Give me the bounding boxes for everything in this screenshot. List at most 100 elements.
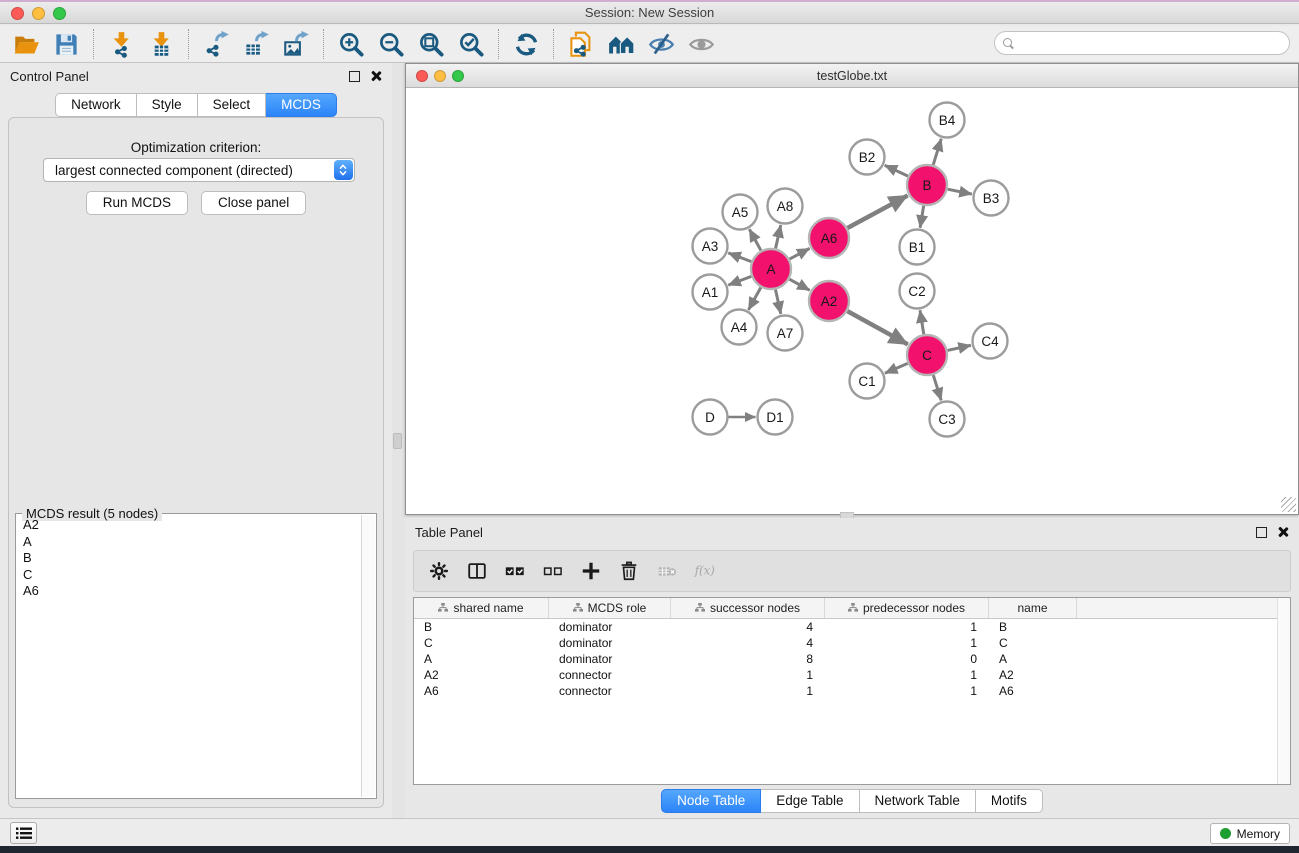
table-row[interactable]: Cdominator41C xyxy=(414,635,1290,651)
tab-style[interactable]: Style xyxy=(137,93,198,117)
edge-A-A2[interactable] xyxy=(789,279,809,290)
edge-B-B2[interactable] xyxy=(885,165,908,176)
divider-handle[interactable] xyxy=(393,433,402,449)
edge-A-A4[interactable] xyxy=(748,287,760,310)
mcds-result-item[interactable]: C xyxy=(17,567,361,584)
open-icon[interactable] xyxy=(6,27,46,61)
edge-B-B3[interactable] xyxy=(948,189,972,194)
import-network-icon[interactable] xyxy=(101,27,141,61)
node-B2[interactable]: B2 xyxy=(850,140,885,175)
edge-C-C3[interactable] xyxy=(933,375,941,400)
node-A1[interactable]: A1 xyxy=(693,275,728,310)
edge-A-A5[interactable] xyxy=(749,229,761,250)
edge-C-C2[interactable] xyxy=(920,310,924,334)
zoom-selected-icon[interactable] xyxy=(451,27,491,61)
mcds-result-item[interactable]: B xyxy=(17,550,361,567)
network-minimize-button[interactable] xyxy=(434,70,446,82)
homes-icon[interactable] xyxy=(601,27,641,61)
mcds-result-item[interactable]: A6 xyxy=(17,583,361,600)
edge-A-A3[interactable] xyxy=(728,253,751,262)
node-B1[interactable]: B1 xyxy=(900,230,935,265)
table-close-panel-icon[interactable] xyxy=(1277,526,1289,538)
edge-A2-C[interactable] xyxy=(847,311,907,344)
result-scrollbar[interactable] xyxy=(361,515,375,797)
node-B4[interactable]: B4 xyxy=(930,103,965,138)
edge-A-A7[interactable] xyxy=(775,290,780,314)
column-header-predecessor-nodes[interactable]: predecessor nodes xyxy=(825,598,989,618)
refresh-icon[interactable] xyxy=(506,27,546,61)
node-A3[interactable]: A3 xyxy=(693,229,728,264)
edge-B-B1[interactable] xyxy=(920,206,924,228)
mcds-result-item[interactable]: A xyxy=(17,534,361,551)
columns-icon[interactable] xyxy=(460,555,494,587)
table-row[interactable]: Bdominator41B xyxy=(414,619,1290,635)
clone-network-icon[interactable] xyxy=(561,27,601,61)
edge-A6-B[interactable] xyxy=(847,195,907,228)
edge-A-A6[interactable] xyxy=(790,248,810,259)
memory-button[interactable]: Memory xyxy=(1210,823,1290,844)
edge-C-C4[interactable] xyxy=(947,345,970,350)
tab-edge-table[interactable]: Edge Table xyxy=(761,789,859,813)
tab-network-table[interactable]: Network Table xyxy=(860,789,976,813)
network-zoom-button[interactable] xyxy=(452,70,464,82)
select-all-icon[interactable] xyxy=(498,555,532,587)
close-panel-button[interactable]: Close panel xyxy=(201,191,306,215)
delete-table-icon[interactable] xyxy=(650,555,684,587)
deselect-all-icon[interactable] xyxy=(536,555,570,587)
zoom-in-icon[interactable] xyxy=(331,27,371,61)
run-mcds-button[interactable]: Run MCDS xyxy=(86,191,188,215)
table-float-panel-icon[interactable] xyxy=(1256,527,1267,538)
table-row[interactable]: Adominator80A xyxy=(414,651,1290,667)
edge-B-B4[interactable] xyxy=(933,139,941,165)
network-canvas[interactable]: B4B2BB3A8A5A6B1A3AA1C2A2A4A7C4CC1C3DD1 xyxy=(406,88,1298,514)
column-header-name[interactable]: name xyxy=(989,598,1077,618)
tab-mcds[interactable]: MCDS xyxy=(266,93,337,117)
zoom-fit-icon[interactable] xyxy=(411,27,451,61)
settings-icon[interactable] xyxy=(422,555,456,587)
edge-A-A1[interactable] xyxy=(728,276,751,285)
task-history-button[interactable] xyxy=(10,822,37,844)
delete-icon[interactable] xyxy=(612,555,646,587)
mcds-result-item[interactable]: A2 xyxy=(17,517,361,534)
node-A7[interactable]: A7 xyxy=(768,316,803,351)
edge-A-A8[interactable] xyxy=(776,225,781,248)
table-row[interactable]: A2connector11A2 xyxy=(414,667,1290,683)
node-A2[interactable]: A2 xyxy=(809,281,849,321)
save-icon[interactable] xyxy=(46,27,86,61)
tab-node-table[interactable]: Node Table xyxy=(661,789,761,813)
float-panel-icon[interactable] xyxy=(349,71,360,82)
node-C4[interactable]: C4 xyxy=(973,324,1008,359)
fx-icon[interactable]: f(x) xyxy=(688,555,722,587)
node-B[interactable]: B xyxy=(907,165,947,205)
add-icon[interactable] xyxy=(574,555,608,587)
export-network-icon[interactable] xyxy=(196,27,236,61)
node-A[interactable]: A xyxy=(751,249,791,289)
search-field[interactable] xyxy=(994,31,1290,55)
network-close-button[interactable] xyxy=(416,70,428,82)
tab-motifs[interactable]: Motifs xyxy=(976,789,1043,813)
node-C1[interactable]: C1 xyxy=(850,364,885,399)
node-C3[interactable]: C3 xyxy=(930,402,965,437)
column-header-shared-name[interactable]: shared name xyxy=(414,598,549,618)
node-D1[interactable]: D1 xyxy=(758,400,793,435)
zoom-window-button[interactable] xyxy=(53,7,66,20)
node-C2[interactable]: C2 xyxy=(900,274,935,309)
node-A4[interactable]: A4 xyxy=(722,310,757,345)
node-B3[interactable]: B3 xyxy=(974,181,1009,216)
node-D[interactable]: D xyxy=(693,400,728,435)
panel-divider[interactable] xyxy=(392,63,405,818)
node-A5[interactable]: A5 xyxy=(723,195,758,230)
table-row[interactable]: A6connector11A6 xyxy=(414,683,1290,699)
column-header-successor-nodes[interactable]: successor nodes xyxy=(671,598,825,618)
search-input[interactable] xyxy=(1019,34,1289,52)
zoom-out-icon[interactable] xyxy=(371,27,411,61)
show-details-icon[interactable] xyxy=(681,27,721,61)
export-image-icon[interactable] xyxy=(276,27,316,61)
column-header-MCDS-role[interactable]: MCDS role xyxy=(549,598,671,618)
minimize-window-button[interactable] xyxy=(32,7,45,20)
node-A8[interactable]: A8 xyxy=(768,189,803,224)
export-table-icon[interactable] xyxy=(236,27,276,61)
node-A6[interactable]: A6 xyxy=(809,218,849,258)
edge-C-C1[interactable] xyxy=(885,363,908,373)
tab-network[interactable]: Network xyxy=(55,93,137,117)
